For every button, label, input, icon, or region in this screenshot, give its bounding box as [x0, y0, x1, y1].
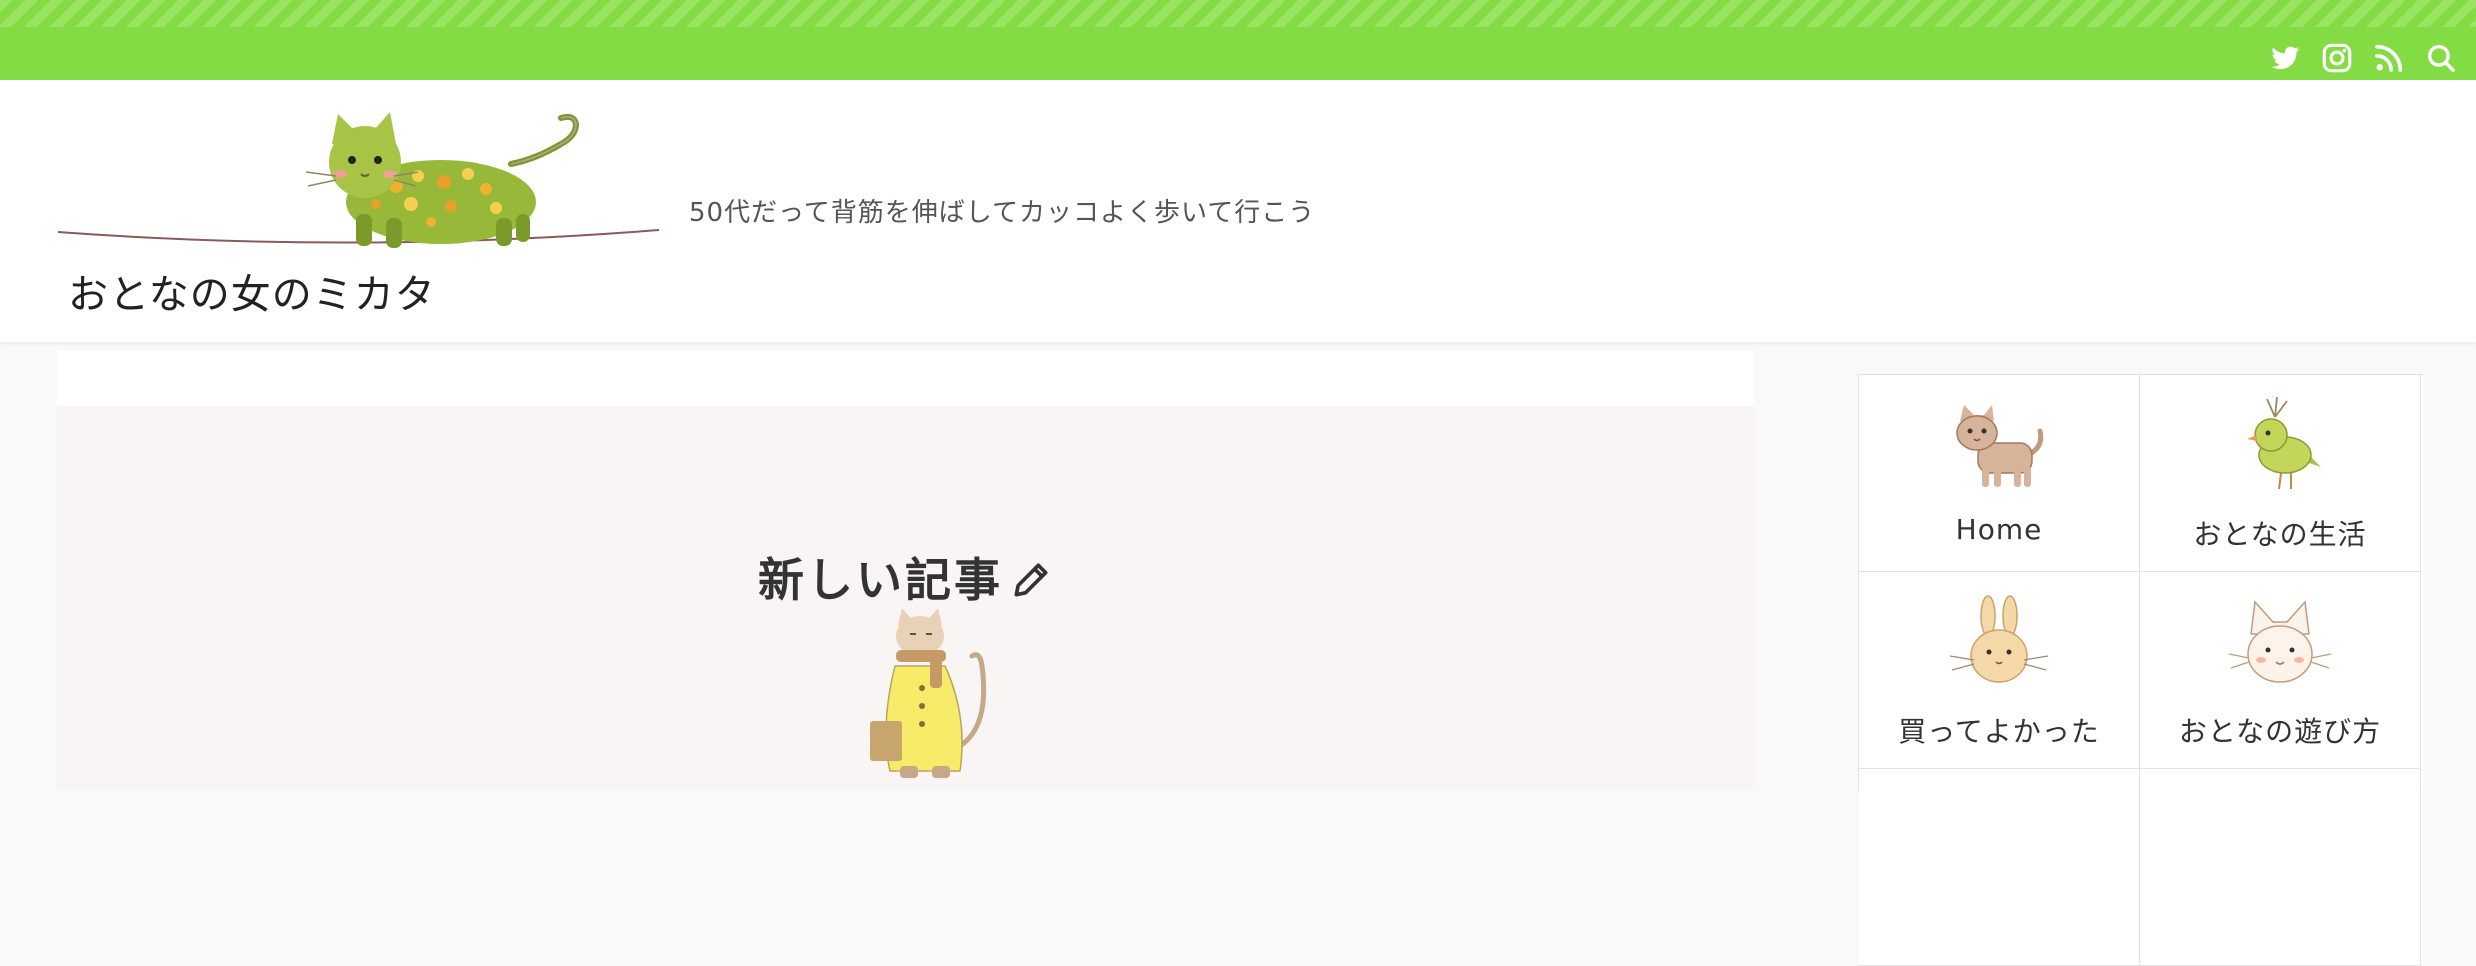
menu-tile-otona-asobikata[interactable]: おとなの遊び方 — [2140, 572, 2421, 769]
site-header: おとなの女のミカタ 50代だって背筋を伸ばしてカッコよく歩いて行こう — [0, 80, 2476, 342]
menu-tile-label: 買ってよかった — [1898, 715, 2100, 748]
menu-tile-katte-yokatta[interactable]: 買ってよかった — [1859, 572, 2140, 769]
top-bar-stripes — [0, 0, 2476, 27]
menu-tile-label: Home — [1955, 513, 2043, 546]
instagram-icon[interactable] — [2320, 41, 2354, 75]
cat-face-icon — [2228, 600, 2332, 683]
menu-tile-otona-seikatsu[interactable]: おとなの生活 — [2140, 375, 2421, 572]
menu-tile-row3-right[interactable] — [2140, 769, 2421, 966]
social-icons — [2268, 41, 2458, 75]
logo-cat-illustration[interactable] — [56, 104, 661, 254]
section-heading-text: 新しい記事 — [758, 553, 1003, 607]
pencil-icon — [1009, 558, 1053, 613]
section-heading: 新しい記事 — [57, 544, 1754, 613]
menu-tile-label: おとなの生活 — [2193, 518, 2367, 551]
new-articles-section: 新しい記事 — [57, 406, 1754, 790]
rabbit-icon — [1949, 595, 2049, 683]
rss-icon[interactable] — [2372, 41, 2406, 75]
top-bar — [0, 0, 2476, 80]
search-icon[interactable] — [2424, 41, 2458, 75]
site-tagline: 50代だって背筋を伸ばしてカッコよく歩いて行こう — [689, 198, 1316, 228]
sidebar-category-menu: Home おとなの生活 買ってよかった おとなの遊び方 — [1858, 374, 2423, 966]
menu-tile-home[interactable]: Home — [1859, 375, 2140, 572]
menu-tile-label: おとなの遊び方 — [2178, 715, 2382, 748]
brown-cat-icon — [1956, 405, 2044, 487]
main-top-strip — [57, 350, 1754, 406]
menu-tile-row3-left[interactable] — [1859, 769, 2140, 966]
cat-in-yellow-coat-illustration — [870, 608, 987, 778]
green-bird-icon — [2247, 397, 2321, 490]
twitter-icon[interactable] — [2268, 41, 2302, 75]
site-title[interactable]: おとなの女のミカタ — [68, 262, 436, 320]
